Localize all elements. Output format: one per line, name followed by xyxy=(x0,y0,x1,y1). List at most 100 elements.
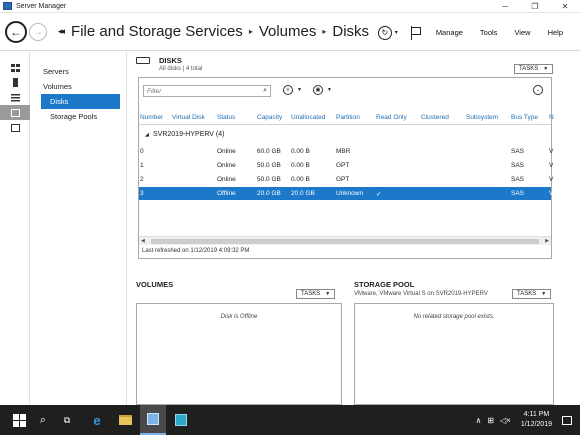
cell-partition: GPT xyxy=(336,176,350,183)
back-button[interactable]: ← xyxy=(5,21,27,43)
cell-name: V xyxy=(549,162,554,169)
breadcrumb-volumes[interactable]: Volumes xyxy=(259,23,317,40)
cell-number: 0 xyxy=(140,148,144,155)
cell-number: 2 xyxy=(140,176,144,183)
cell-partition: Unknown xyxy=(336,190,364,197)
start-button[interactable] xyxy=(6,405,32,435)
scrollbar-thumb[interactable] xyxy=(151,239,539,244)
cell-number: 3 xyxy=(140,190,144,197)
col-read-only[interactable]: Read Only xyxy=(376,114,407,121)
last-refreshed-text: Last refreshed on 1/12/2019 4:09:32 PM xyxy=(142,248,250,254)
rail-file-storage[interactable] xyxy=(0,105,30,120)
table-row[interactable]: 2 Online 50.0 GB 0.00 B GPT SAS V xyxy=(139,173,553,186)
col-unallocated[interactable]: Unallocated xyxy=(291,114,325,121)
collapse-triangle-icon[interactable]: ◢ xyxy=(145,132,149,138)
tray-chevron-icon[interactable]: ∧ xyxy=(475,416,481,425)
breadcrumb-file-storage[interactable]: File and Storage Services xyxy=(71,23,243,40)
task-view-button[interactable]: ⧉ xyxy=(54,405,80,435)
taskbar-edge[interactable]: e xyxy=(84,405,110,435)
chevron-down-icon: ▼ xyxy=(543,66,549,72)
volume-icon[interactable]: ◁× xyxy=(500,416,511,425)
nav-servers[interactable]: Servers xyxy=(31,64,126,79)
menu-help[interactable]: Help xyxy=(548,28,563,37)
server-manager-icon xyxy=(147,413,159,425)
dashboard-icon xyxy=(10,63,20,72)
taskbar-explorer[interactable] xyxy=(112,405,138,435)
menu-view[interactable]: View xyxy=(514,28,530,37)
action-center-icon[interactable] xyxy=(562,415,572,425)
cell-status: Online xyxy=(217,148,236,155)
col-capacity[interactable]: Capacity xyxy=(257,114,282,121)
app-cube-icon xyxy=(175,414,187,426)
local-server-icon xyxy=(12,78,18,87)
scroll-left-icon[interactable]: ◀ xyxy=(141,238,145,244)
storage-pool-tasks-button[interactable]: TASKS ▼ xyxy=(512,289,552,299)
search-button[interactable]: ⌕ xyxy=(30,405,56,435)
network-icon[interactable]: ⊞ xyxy=(487,416,494,425)
breadcrumb-separator-icon: ▸ xyxy=(248,27,253,36)
menu-tools[interactable]: Tools xyxy=(480,28,498,37)
cell-name: V xyxy=(549,190,554,197)
search-icon[interactable]: ⌕ xyxy=(263,87,267,95)
taskbar: ⌕ ⧉ e ∧ ⊞ ◁× 4:11 PM 1/12/2019 xyxy=(0,405,580,435)
refresh-icon[interactable]: ↻ xyxy=(377,25,392,40)
filter-box[interactable]: ⌕ xyxy=(143,85,271,97)
volumes-tasks-button[interactable]: TASKS ▼ xyxy=(296,289,336,299)
scroll-right-icon[interactable]: ▶ xyxy=(545,238,549,244)
chevron-down-icon[interactable]: ▼ xyxy=(297,87,302,93)
forward-button[interactable]: → xyxy=(29,23,47,41)
disks-tasks-button[interactable]: TASKS ▼ xyxy=(514,64,554,74)
nav-volumes[interactable]: Volumes xyxy=(31,79,126,94)
clock[interactable]: 4:11 PM 1/12/2019 xyxy=(521,410,552,430)
filter-input[interactable] xyxy=(144,86,254,96)
close-button[interactable]: ✕ xyxy=(550,0,580,13)
table-row-selected[interactable]: 3 Offline 20.0 GB 20.0 GB Unknown ✓ SAS … xyxy=(139,187,554,200)
col-name[interactable]: N xyxy=(549,114,554,121)
rail-dashboard[interactable] xyxy=(0,60,30,75)
chevron-down-icon: ▼ xyxy=(541,291,547,297)
col-virtual-disk[interactable]: Virtual Disk xyxy=(172,114,205,121)
table-row[interactable]: 0 Online 60.0 GB 0.00 B MBR SAS V xyxy=(139,145,554,158)
volumes-title: VOLUMES xyxy=(136,280,174,289)
window-titlebar: Server Manager ─ ❐ ✕ xyxy=(0,0,580,13)
windows-start-icon xyxy=(12,413,26,427)
minimize-button[interactable]: ─ xyxy=(490,0,520,13)
rail-local-server[interactable] xyxy=(0,75,30,90)
disk-icon xyxy=(136,57,150,64)
nav-storage-pools[interactable]: Storage Pools xyxy=(31,109,126,124)
disks-grid: ⌕ ≡ ▼ ▣ ▼ ⌄ Number Virtual Disk Status C… xyxy=(138,77,554,259)
rail-extra[interactable] xyxy=(0,120,30,135)
expand-icon[interactable]: ⌄ xyxy=(533,85,543,95)
cell-name: V xyxy=(549,148,554,155)
cell-bus-type: SAS xyxy=(511,148,525,155)
disks-subtitle: All disks | 4 total xyxy=(159,66,203,72)
chevron-down-icon[interactable]: ▼ xyxy=(327,87,332,93)
notifications-flag-icon[interactable] xyxy=(410,25,422,40)
cell-partition: GPT xyxy=(336,162,350,169)
menu-manage[interactable]: Manage xyxy=(436,28,463,37)
save-query-icon[interactable]: ▣ xyxy=(313,85,323,95)
cell-status: Online xyxy=(217,162,236,169)
table-row[interactable]: 1 Online 50.0 GB 0.00 B GPT SAS V xyxy=(139,159,554,172)
rail-all-servers[interactable] xyxy=(0,90,30,105)
maximize-button[interactable]: ❐ xyxy=(520,0,550,13)
col-bus-type[interactable]: Bus Type xyxy=(511,114,538,121)
horizontal-scrollbar[interactable]: ◀ ▶ xyxy=(139,236,551,245)
all-servers-icon xyxy=(10,93,20,102)
taskbar-app[interactable] xyxy=(168,405,194,435)
group-header[interactable]: ◢ SVR2019-HYPERV (4) xyxy=(139,130,551,141)
group-by-icon[interactable]: ≡ xyxy=(283,85,293,95)
nav-disks[interactable]: Disks xyxy=(41,94,120,109)
column-headers: Number Virtual Disk Status Capacity Unal… xyxy=(139,110,554,125)
col-partition[interactable]: Partition xyxy=(336,114,360,121)
window-title: Server Manager xyxy=(16,2,67,10)
storage-pool-title: STORAGE POOL xyxy=(354,280,415,289)
col-clustered[interactable]: Clustered xyxy=(421,114,449,121)
col-number[interactable]: Number xyxy=(140,114,163,121)
chevron-down-icon[interactable]: ▾ xyxy=(395,29,398,36)
col-subsystem[interactable]: Subsystem xyxy=(466,114,498,121)
breadcrumb-lead-icon[interactable]: ◂◂ xyxy=(58,26,65,37)
chevron-down-icon: ▼ xyxy=(325,291,331,297)
taskbar-server-manager[interactable] xyxy=(140,405,166,435)
col-status[interactable]: Status xyxy=(217,114,235,121)
